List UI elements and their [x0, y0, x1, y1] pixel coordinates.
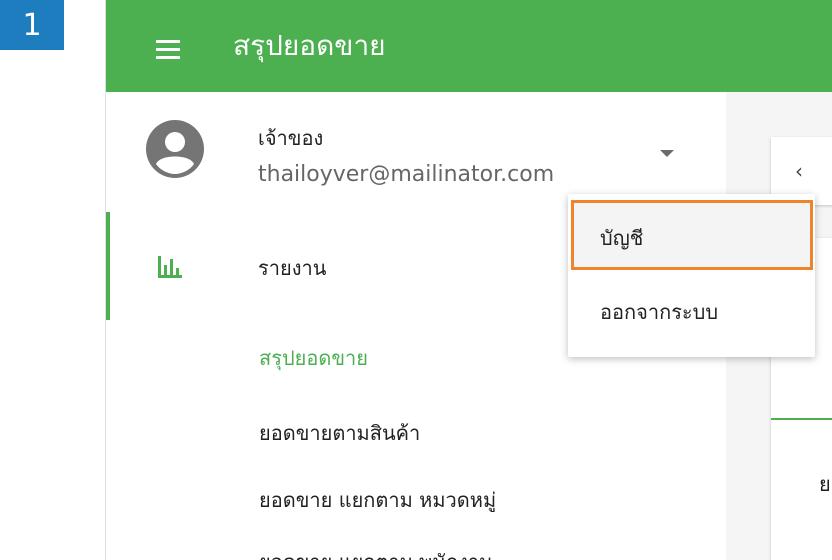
- menu-item-logout[interactable]: ออกจากระบบ: [568, 276, 815, 348]
- account-dropdown-menu: บัญชี ออกจากระบบ: [568, 194, 815, 357]
- top-app-bar: สรุปยอดขาย: [106, 0, 832, 92]
- account-circle-icon: [146, 120, 204, 178]
- user-email: thailoyver@mailinator.com: [258, 162, 555, 187]
- user-role: เจ้าของ: [258, 126, 324, 150]
- bar-chart-icon: [158, 256, 182, 278]
- report-card-text: ย: [819, 472, 831, 496]
- caret-down-icon[interactable]: [660, 150, 674, 157]
- hamburger-menu-icon[interactable]: [156, 40, 180, 59]
- sidebar-subitem-sales-by-employee[interactable]: ยอดขาย แยกตาม พนักงาน: [259, 546, 493, 560]
- menu-item-account[interactable]: บัญชี: [568, 202, 815, 274]
- app-window: สรุปยอดขาย เจ้าของ thailoyver@mailinator…: [105, 0, 832, 560]
- page-title: สรุปยอดขาย: [233, 29, 386, 62]
- sidebar-subitem-sales-by-product[interactable]: ยอดขายตามสินค้า: [259, 417, 420, 449]
- chevron-left-icon: ‹: [795, 159, 803, 183]
- sidebar-subitem-sales-by-category[interactable]: ยอดขาย แยกตาม หมวดหมู่: [259, 484, 496, 516]
- sidebar-item-label: รายงาน: [258, 256, 327, 280]
- step-badge: 1: [0, 0, 64, 50]
- sidebar-subitem-sales-summary[interactable]: สรุปยอดขาย: [259, 342, 368, 374]
- card-divider: [771, 418, 832, 420]
